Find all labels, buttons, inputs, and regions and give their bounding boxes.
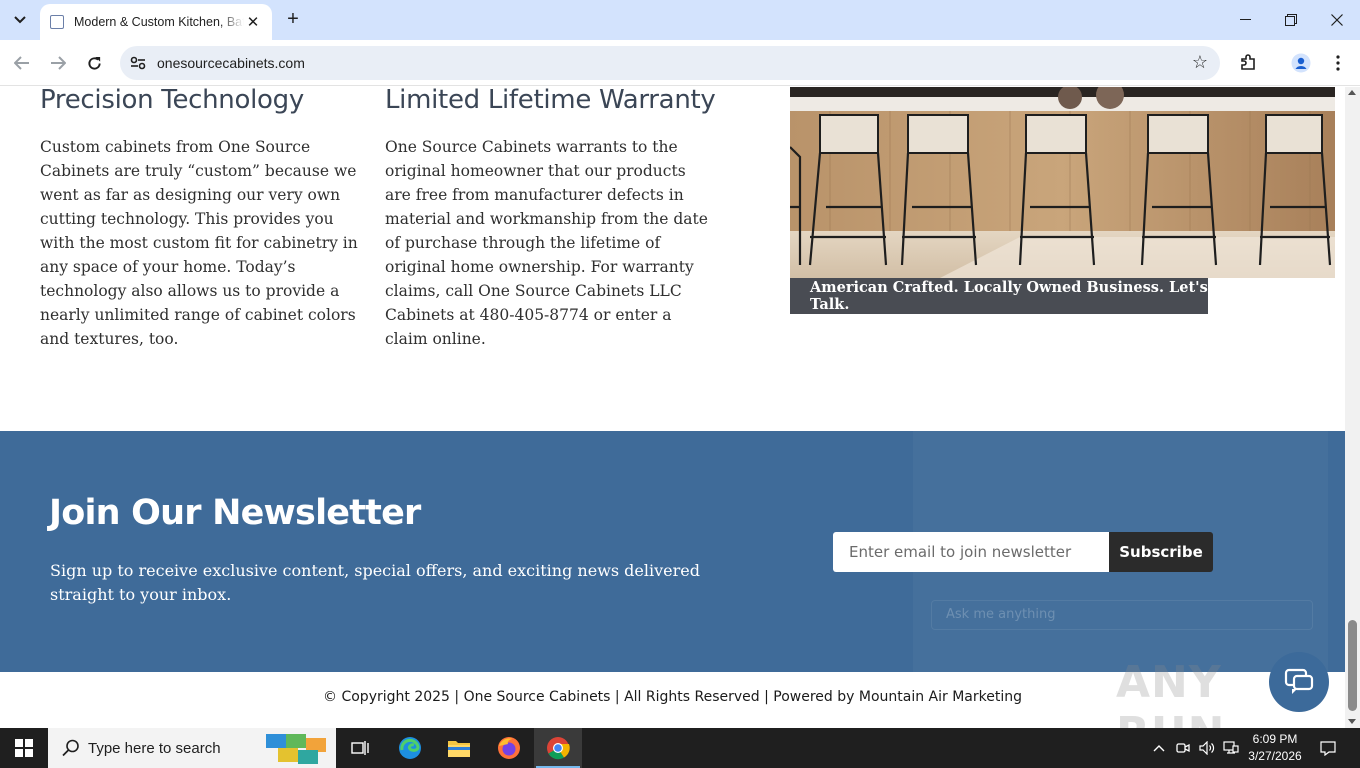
show-hidden-icons-chevron-icon[interactable]	[1150, 728, 1168, 768]
notification-center-icon[interactable]	[1314, 728, 1342, 768]
scrollbar-thumb[interactable]	[1348, 620, 1357, 711]
meet-now-icon[interactable]	[1174, 728, 1192, 768]
warranty-heading: Limited Lifetime Warranty	[385, 87, 716, 115]
windows-logo-icon	[15, 739, 33, 757]
page-scrollbar[interactable]	[1345, 87, 1360, 728]
new-tab-icon[interactable]: +	[281, 8, 305, 32]
clock-date: 3/27/2026	[1248, 749, 1302, 763]
browser-tab-bar: Modern & Custom Kitchen, Bath ✕ +	[0, 0, 1360, 40]
site-info-icon[interactable]	[128, 53, 148, 73]
address-bar[interactable]: onesourcecabinets.com ☆	[120, 46, 1220, 80]
menu-kebab-icon[interactable]	[1324, 49, 1352, 77]
warranty-text: One Source Cabinets warrants to the orig…	[385, 138, 708, 348]
network-icon[interactable]	[1221, 728, 1241, 768]
extensions-icon[interactable]	[1234, 49, 1262, 77]
tab-search-chevron-icon[interactable]	[6, 6, 34, 34]
taskbar-search-placeholder: Type here to search	[88, 740, 221, 757]
task-view-icon[interactable]	[336, 728, 384, 768]
close-tab-icon[interactable]: ✕	[244, 13, 262, 31]
restore-icon[interactable]	[1268, 0, 1314, 40]
chat-icon	[1284, 668, 1314, 694]
newsletter-description: Sign up to receive exclusive content, sp…	[50, 561, 700, 604]
profile-avatar-icon[interactable]	[1287, 49, 1315, 77]
forward-icon[interactable]	[44, 49, 72, 77]
newsletter-title: Join Our Newsletter	[49, 493, 421, 533]
search-highlight-puzzle-icon	[266, 734, 326, 764]
page-favicon-icon	[50, 15, 64, 29]
web-page: Precision Technology Custom cabinets fro…	[0, 87, 1345, 728]
windows-taskbar: Type here to search 6:09 PM 3/27/2026	[0, 728, 1360, 768]
browser-tab-active[interactable]: Modern & Custom Kitchen, Bath ✕	[40, 4, 272, 40]
clock-time: 6:09 PM	[1252, 732, 1298, 746]
precision-technology-heading: Precision Technology	[40, 87, 304, 115]
firefox-icon[interactable]	[485, 728, 533, 768]
back-icon[interactable]	[8, 49, 36, 77]
precision-technology-text: Custom cabinets from One Source Cabinets…	[40, 138, 358, 348]
taskbar-clock[interactable]: 6:09 PM 3/27/2026	[1244, 731, 1306, 765]
newsletter-section: Join Our Newsletter Sign up to receive e…	[0, 431, 1345, 672]
newsletter-email-input[interactable]	[833, 532, 1109, 572]
chrome-icon[interactable]	[534, 728, 582, 768]
search-icon	[62, 739, 79, 757]
url-text: onesourcecabinets.com	[157, 55, 305, 71]
file-explorer-icon[interactable]	[435, 728, 483, 768]
kitchen-island-photo	[790, 87, 1335, 278]
minimize-icon[interactable]	[1222, 0, 1268, 40]
browser-toolbar: onesourcecabinets.com ☆	[0, 40, 1360, 86]
reload-icon[interactable]	[80, 49, 108, 77]
scroll-up-arrow-icon[interactable]	[1348, 90, 1356, 95]
taskbar-search-box[interactable]: Type here to search	[48, 728, 336, 768]
scroll-down-arrow-icon[interactable]	[1348, 719, 1356, 724]
volume-icon[interactable]	[1197, 728, 1217, 768]
image-caption: American Crafted. Locally Owned Business…	[790, 278, 1208, 314]
bookmark-star-icon[interactable]: ☆	[1192, 52, 1208, 73]
chat-launcher-button[interactable]	[1269, 652, 1329, 712]
subscribe-button[interactable]: Subscribe	[1109, 532, 1213, 572]
close-window-icon[interactable]	[1314, 0, 1360, 40]
chat-ghost-input: Ask me anything	[931, 600, 1313, 630]
start-button[interactable]	[0, 728, 48, 768]
tab-title: Modern & Custom Kitchen, Bath	[74, 15, 244, 29]
edge-browser-icon[interactable]	[386, 728, 434, 768]
